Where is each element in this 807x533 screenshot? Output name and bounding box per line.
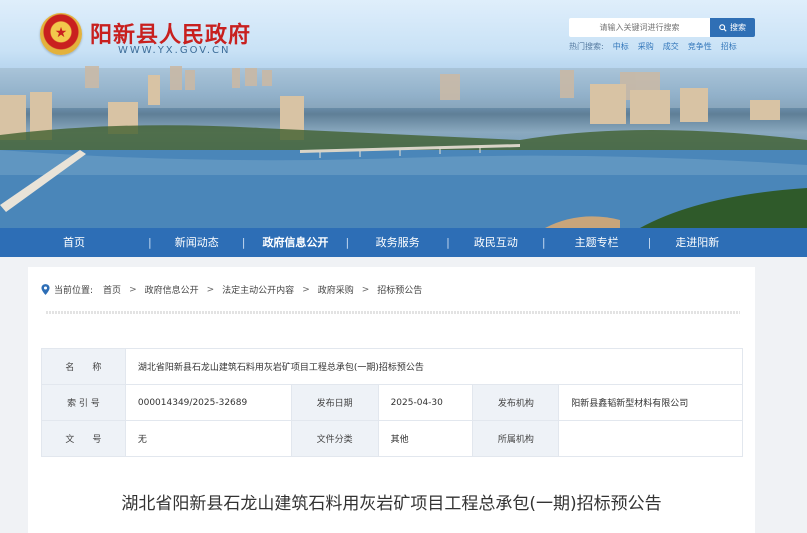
breadcrumb: 当前位置: 首页 > 政府信息公开 > 法定主动公开内容 > 政府采购 > 招标… — [41, 283, 422, 296]
index-label: 索 引 号 — [41, 384, 126, 421]
breadcrumb-link-procurement[interactable]: 政府采购 — [318, 283, 354, 296]
nav-item-news[interactable]: 新闻动态 — [152, 228, 242, 257]
nav-item-interaction[interactable]: 政民互动 — [450, 228, 542, 257]
document-metadata-table: 名 称 湖北省阳新县石龙山建筑石料用灰岩矿项目工程总承包(一期)招标预公告 索 … — [41, 348, 744, 457]
name-value: 湖北省阳新县石龙山建筑石料用灰岩矿项目工程总承包(一期)招标预公告 — [124, 348, 744, 385]
article-title: 湖北省阳新县石龙山建筑石料用灰岩矿项目工程总承包(一期)招标预公告 — [121, 494, 662, 514]
breadcrumb-link-home[interactable]: 首页 — [103, 283, 121, 296]
breadcrumb-label: 当前位置: — [54, 286, 94, 296]
hot-keyword-link[interactable]: 中标 — [613, 41, 629, 52]
breadcrumb-link-pre-notice[interactable]: 招标预公告 — [377, 283, 422, 296]
publisher-label: 发布机构 — [472, 384, 560, 421]
main-nav: 首页 | 新闻动态 | 政府信息公开 | 政务服务 | 政民互动 | 主题专栏 … — [0, 228, 807, 257]
nav-item-gov-services[interactable]: 政务服务 — [349, 228, 446, 257]
hot-search: 热门搜索: 中标 采购 成交 竞争性 招标 — [569, 41, 737, 52]
search-button[interactable]: 搜索 — [710, 18, 755, 37]
hot-search-label: 热门搜索: — [569, 42, 604, 51]
breadcrumb-separator: > — [361, 284, 370, 295]
search-input[interactable] — [569, 18, 710, 37]
docno-label: 文 号 — [41, 420, 126, 457]
header-banner: ★ 阳新县人民政府 WWW.YX.GOV.CN 搜索 热门搜索: 中标 采购 成… — [0, 0, 807, 228]
nav-item-about[interactable]: 走进阳新 — [651, 228, 743, 257]
category-label: 文件分类 — [290, 420, 379, 457]
breadcrumb-separator: > — [206, 284, 215, 295]
docno-value: 无 — [124, 420, 292, 457]
breadcrumb-separator: > — [129, 284, 137, 295]
hot-keyword-link[interactable]: 竞争性 — [688, 41, 712, 52]
breadcrumb-link-info-disclosure[interactable]: 政府信息公开 — [145, 283, 199, 296]
hot-keyword-link[interactable]: 采购 — [638, 41, 654, 52]
search-button-label: 搜索 — [730, 23, 746, 32]
site-domain: WWW.YX.GOV.CN — [118, 45, 231, 56]
category-value: 其他 — [377, 420, 474, 457]
nav-item-topics[interactable]: 主题专栏 — [546, 228, 648, 257]
date-value: 2025-04-30 — [377, 384, 474, 421]
table-row: 文 号 无 文件分类 其他 所属机构 — [41, 420, 743, 457]
hot-keyword-link[interactable]: 成交 — [663, 41, 679, 52]
breadcrumb-divider — [46, 311, 740, 314]
org-label: 所属机构 — [472, 420, 560, 457]
search-icon — [719, 23, 727, 32]
breadcrumb-separator: > — [302, 284, 310, 295]
date-label: 发布日期 — [290, 384, 379, 421]
breadcrumb-link-statutory[interactable]: 法定主动公开内容 — [222, 283, 294, 296]
index-value: 000014349/2025-32689 — [124, 384, 292, 421]
org-value — [558, 420, 743, 457]
publisher-value: 阳新县鑫韬新型材料有限公司 — [558, 384, 743, 421]
table-row: 名 称 湖北省阳新县石龙山建筑石料用灰岩矿项目工程总承包(一期)招标预公告 — [41, 348, 744, 385]
nav-item-home[interactable]: 首页 — [0, 228, 148, 257]
location-pin-icon — [41, 284, 50, 295]
name-label: 名 称 — [41, 348, 126, 385]
national-emblem-logo[interactable]: ★ — [40, 13, 82, 55]
table-row: 索 引 号 000014349/2025-32689 发布日期 2025-04-… — [41, 384, 743, 421]
nav-item-info-disclosure[interactable]: 政府信息公开 — [245, 228, 345, 257]
hot-keyword-link[interactable]: 招标 — [721, 41, 737, 52]
